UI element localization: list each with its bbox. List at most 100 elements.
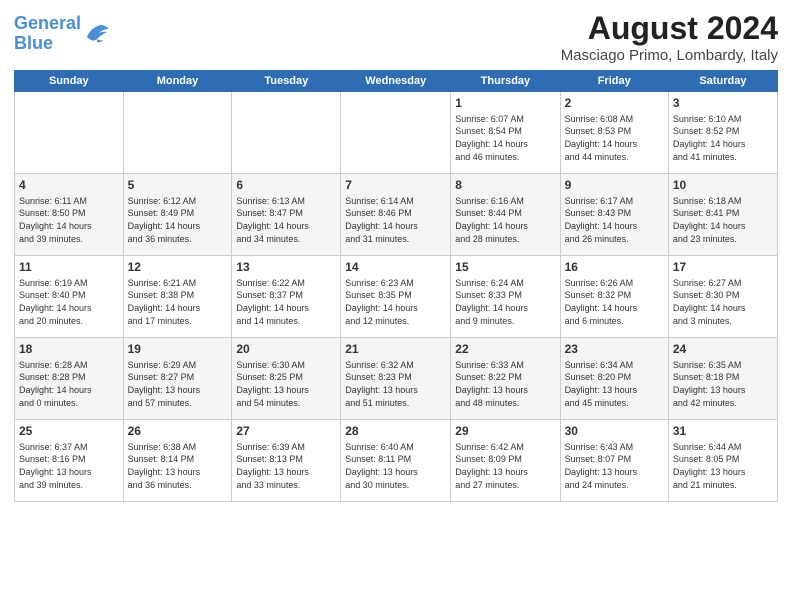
day-number: 31 bbox=[673, 423, 773, 440]
cell-content: Sunrise: 6:39 AM bbox=[236, 441, 336, 454]
cell-content: Sunrise: 6:42 AM bbox=[455, 441, 555, 454]
cell-content: Sunrise: 6:08 AM bbox=[565, 113, 664, 126]
main-title: August 2024 bbox=[561, 10, 778, 47]
calendar-cell: 31Sunrise: 6:44 AMSunset: 8:05 PMDayligh… bbox=[668, 420, 777, 502]
day-number: 20 bbox=[236, 341, 336, 358]
cell-content: Daylight: 14 hours bbox=[673, 138, 773, 151]
day-number: 13 bbox=[236, 259, 336, 276]
cell-content: Sunset: 8:14 PM bbox=[128, 453, 228, 466]
day-number: 14 bbox=[345, 259, 446, 276]
cell-content: Sunrise: 6:37 AM bbox=[19, 441, 119, 454]
cell-content: Daylight: 14 hours bbox=[19, 220, 119, 233]
cell-content: and 27 minutes. bbox=[455, 479, 555, 492]
day-number: 25 bbox=[19, 423, 119, 440]
cell-content: Sunset: 8:33 PM bbox=[455, 289, 555, 302]
cell-content: Daylight: 14 hours bbox=[565, 138, 664, 151]
week-row-2: 4Sunrise: 6:11 AMSunset: 8:50 PMDaylight… bbox=[15, 174, 778, 256]
cell-content: Sunrise: 6:17 AM bbox=[565, 195, 664, 208]
cell-content: Daylight: 13 hours bbox=[128, 384, 228, 397]
cell-content: Daylight: 14 hours bbox=[455, 302, 555, 315]
cell-content: and 57 minutes. bbox=[128, 397, 228, 410]
cell-content: Daylight: 14 hours bbox=[673, 302, 773, 315]
cell-content: Sunset: 8:25 PM bbox=[236, 371, 336, 384]
cell-content: Sunset: 8:27 PM bbox=[128, 371, 228, 384]
cell-content: and 33 minutes. bbox=[236, 479, 336, 492]
cell-content: Sunset: 8:54 PM bbox=[455, 125, 555, 138]
cell-content: and 41 minutes. bbox=[673, 151, 773, 164]
cell-content: Sunrise: 6:21 AM bbox=[128, 277, 228, 290]
cell-content: Sunset: 8:13 PM bbox=[236, 453, 336, 466]
calendar-cell: 7Sunrise: 6:14 AMSunset: 8:46 PMDaylight… bbox=[341, 174, 451, 256]
calendar-cell: 11Sunrise: 6:19 AMSunset: 8:40 PMDayligh… bbox=[15, 256, 124, 338]
cell-content: Daylight: 13 hours bbox=[455, 466, 555, 479]
cell-content: Sunrise: 6:35 AM bbox=[673, 359, 773, 372]
cell-content: and 51 minutes. bbox=[345, 397, 446, 410]
cell-content: Sunset: 8:22 PM bbox=[455, 371, 555, 384]
calendar-cell: 9Sunrise: 6:17 AMSunset: 8:43 PMDaylight… bbox=[560, 174, 668, 256]
cell-content: Sunset: 8:23 PM bbox=[345, 371, 446, 384]
cell-content: Sunrise: 6:16 AM bbox=[455, 195, 555, 208]
calendar-cell bbox=[15, 92, 124, 174]
day-number: 29 bbox=[455, 423, 555, 440]
day-number: 28 bbox=[345, 423, 446, 440]
logo-text: GeneralBlue bbox=[14, 14, 81, 54]
cell-content: and 45 minutes. bbox=[565, 397, 664, 410]
day-number: 23 bbox=[565, 341, 664, 358]
cell-content: Daylight: 13 hours bbox=[19, 466, 119, 479]
calendar-cell: 12Sunrise: 6:21 AMSunset: 8:38 PMDayligh… bbox=[123, 256, 232, 338]
day-number: 8 bbox=[455, 177, 555, 194]
cell-content: Sunrise: 6:14 AM bbox=[345, 195, 446, 208]
cell-content: Sunrise: 6:10 AM bbox=[673, 113, 773, 126]
calendar-cell: 5Sunrise: 6:12 AMSunset: 8:49 PMDaylight… bbox=[123, 174, 232, 256]
cell-content: Sunrise: 6:33 AM bbox=[455, 359, 555, 372]
day-number: 17 bbox=[673, 259, 773, 276]
cell-content: Sunset: 8:52 PM bbox=[673, 125, 773, 138]
calendar-cell: 6Sunrise: 6:13 AMSunset: 8:47 PMDaylight… bbox=[232, 174, 341, 256]
day-number: 19 bbox=[128, 341, 228, 358]
day-number: 5 bbox=[128, 177, 228, 194]
cell-content: Daylight: 14 hours bbox=[455, 138, 555, 151]
calendar-cell bbox=[232, 92, 341, 174]
title-block: August 2024 Masciago Primo, Lombardy, It… bbox=[561, 10, 778, 64]
cell-content: Sunset: 8:05 PM bbox=[673, 453, 773, 466]
cell-content: Daylight: 14 hours bbox=[236, 302, 336, 315]
cell-content: and 23 minutes. bbox=[673, 233, 773, 246]
cell-content: and 39 minutes. bbox=[19, 479, 119, 492]
cell-content: Sunset: 8:44 PM bbox=[455, 207, 555, 220]
cell-content: and 46 minutes. bbox=[455, 151, 555, 164]
cell-content: Daylight: 13 hours bbox=[236, 384, 336, 397]
day-number: 22 bbox=[455, 341, 555, 358]
cell-content: Sunrise: 6:32 AM bbox=[345, 359, 446, 372]
day-number: 21 bbox=[345, 341, 446, 358]
week-row-3: 11Sunrise: 6:19 AMSunset: 8:40 PMDayligh… bbox=[15, 256, 778, 338]
cell-content: and 9 minutes. bbox=[455, 315, 555, 328]
calendar-cell: 10Sunrise: 6:18 AMSunset: 8:41 PMDayligh… bbox=[668, 174, 777, 256]
logo: GeneralBlue bbox=[14, 14, 111, 54]
cell-content: and 42 minutes. bbox=[673, 397, 773, 410]
cell-content: Sunset: 8:47 PM bbox=[236, 207, 336, 220]
header-row: Sunday Monday Tuesday Wednesday Thursday… bbox=[15, 71, 778, 92]
header: GeneralBlue August 2024 Masciago Primo, … bbox=[14, 10, 778, 64]
cell-content: Daylight: 14 hours bbox=[565, 220, 664, 233]
calendar-cell: 15Sunrise: 6:24 AMSunset: 8:33 PMDayligh… bbox=[451, 256, 560, 338]
cell-content: Daylight: 14 hours bbox=[345, 302, 446, 315]
cell-content: Sunrise: 6:44 AM bbox=[673, 441, 773, 454]
calendar-cell: 8Sunrise: 6:16 AMSunset: 8:44 PMDaylight… bbox=[451, 174, 560, 256]
calendar-cell: 3Sunrise: 6:10 AMSunset: 8:52 PMDaylight… bbox=[668, 92, 777, 174]
header-friday: Friday bbox=[560, 71, 668, 92]
calendar-cell: 29Sunrise: 6:42 AMSunset: 8:09 PMDayligh… bbox=[451, 420, 560, 502]
cell-content: Sunrise: 6:18 AM bbox=[673, 195, 773, 208]
calendar-cell: 25Sunrise: 6:37 AMSunset: 8:16 PMDayligh… bbox=[15, 420, 124, 502]
cell-content: and 14 minutes. bbox=[236, 315, 336, 328]
cell-content: and 44 minutes. bbox=[565, 151, 664, 164]
cell-content: and 48 minutes. bbox=[455, 397, 555, 410]
cell-content: Sunset: 8:11 PM bbox=[345, 453, 446, 466]
cell-content: Sunset: 8:35 PM bbox=[345, 289, 446, 302]
cell-content: Daylight: 14 hours bbox=[345, 220, 446, 233]
cell-content: Daylight: 13 hours bbox=[565, 466, 664, 479]
cell-content: Daylight: 13 hours bbox=[236, 466, 336, 479]
cell-content: Sunset: 8:41 PM bbox=[673, 207, 773, 220]
calendar-cell: 13Sunrise: 6:22 AMSunset: 8:37 PMDayligh… bbox=[232, 256, 341, 338]
header-tuesday: Tuesday bbox=[232, 71, 341, 92]
calendar-cell: 24Sunrise: 6:35 AMSunset: 8:18 PMDayligh… bbox=[668, 338, 777, 420]
